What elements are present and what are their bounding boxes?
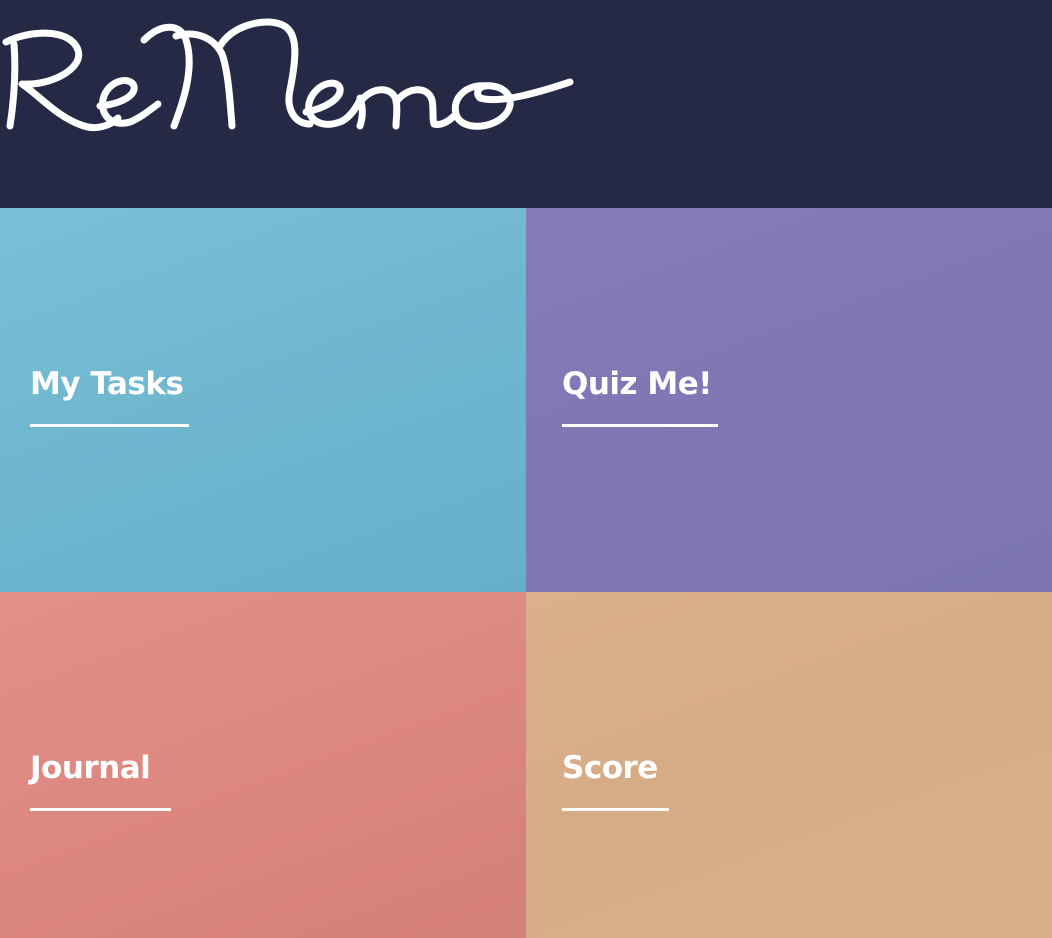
tile-score-label: Score [562,750,658,786]
tile-score[interactable]: Score [526,592,1052,938]
tile-my-tasks-label: My Tasks [30,366,184,402]
app-header [0,0,1052,208]
tile-journal[interactable]: Journal [0,592,526,938]
tile-my-tasks-underline [30,424,189,427]
tile-quiz-me-label: Quiz Me! [562,366,712,402]
tile-journal-underline [30,808,171,811]
app-root: My Tasks Quiz Me! Journal Score [0,0,1052,938]
app-logo[interactable] [0,0,600,160]
rememo-logo-icon [2,18,574,132]
tile-quiz-me-underline [562,424,718,427]
tile-score-underline [562,808,669,811]
tile-my-tasks[interactable]: My Tasks [0,208,526,592]
tile-journal-label: Journal [30,750,151,786]
tile-quiz-me[interactable]: Quiz Me! [526,208,1052,592]
